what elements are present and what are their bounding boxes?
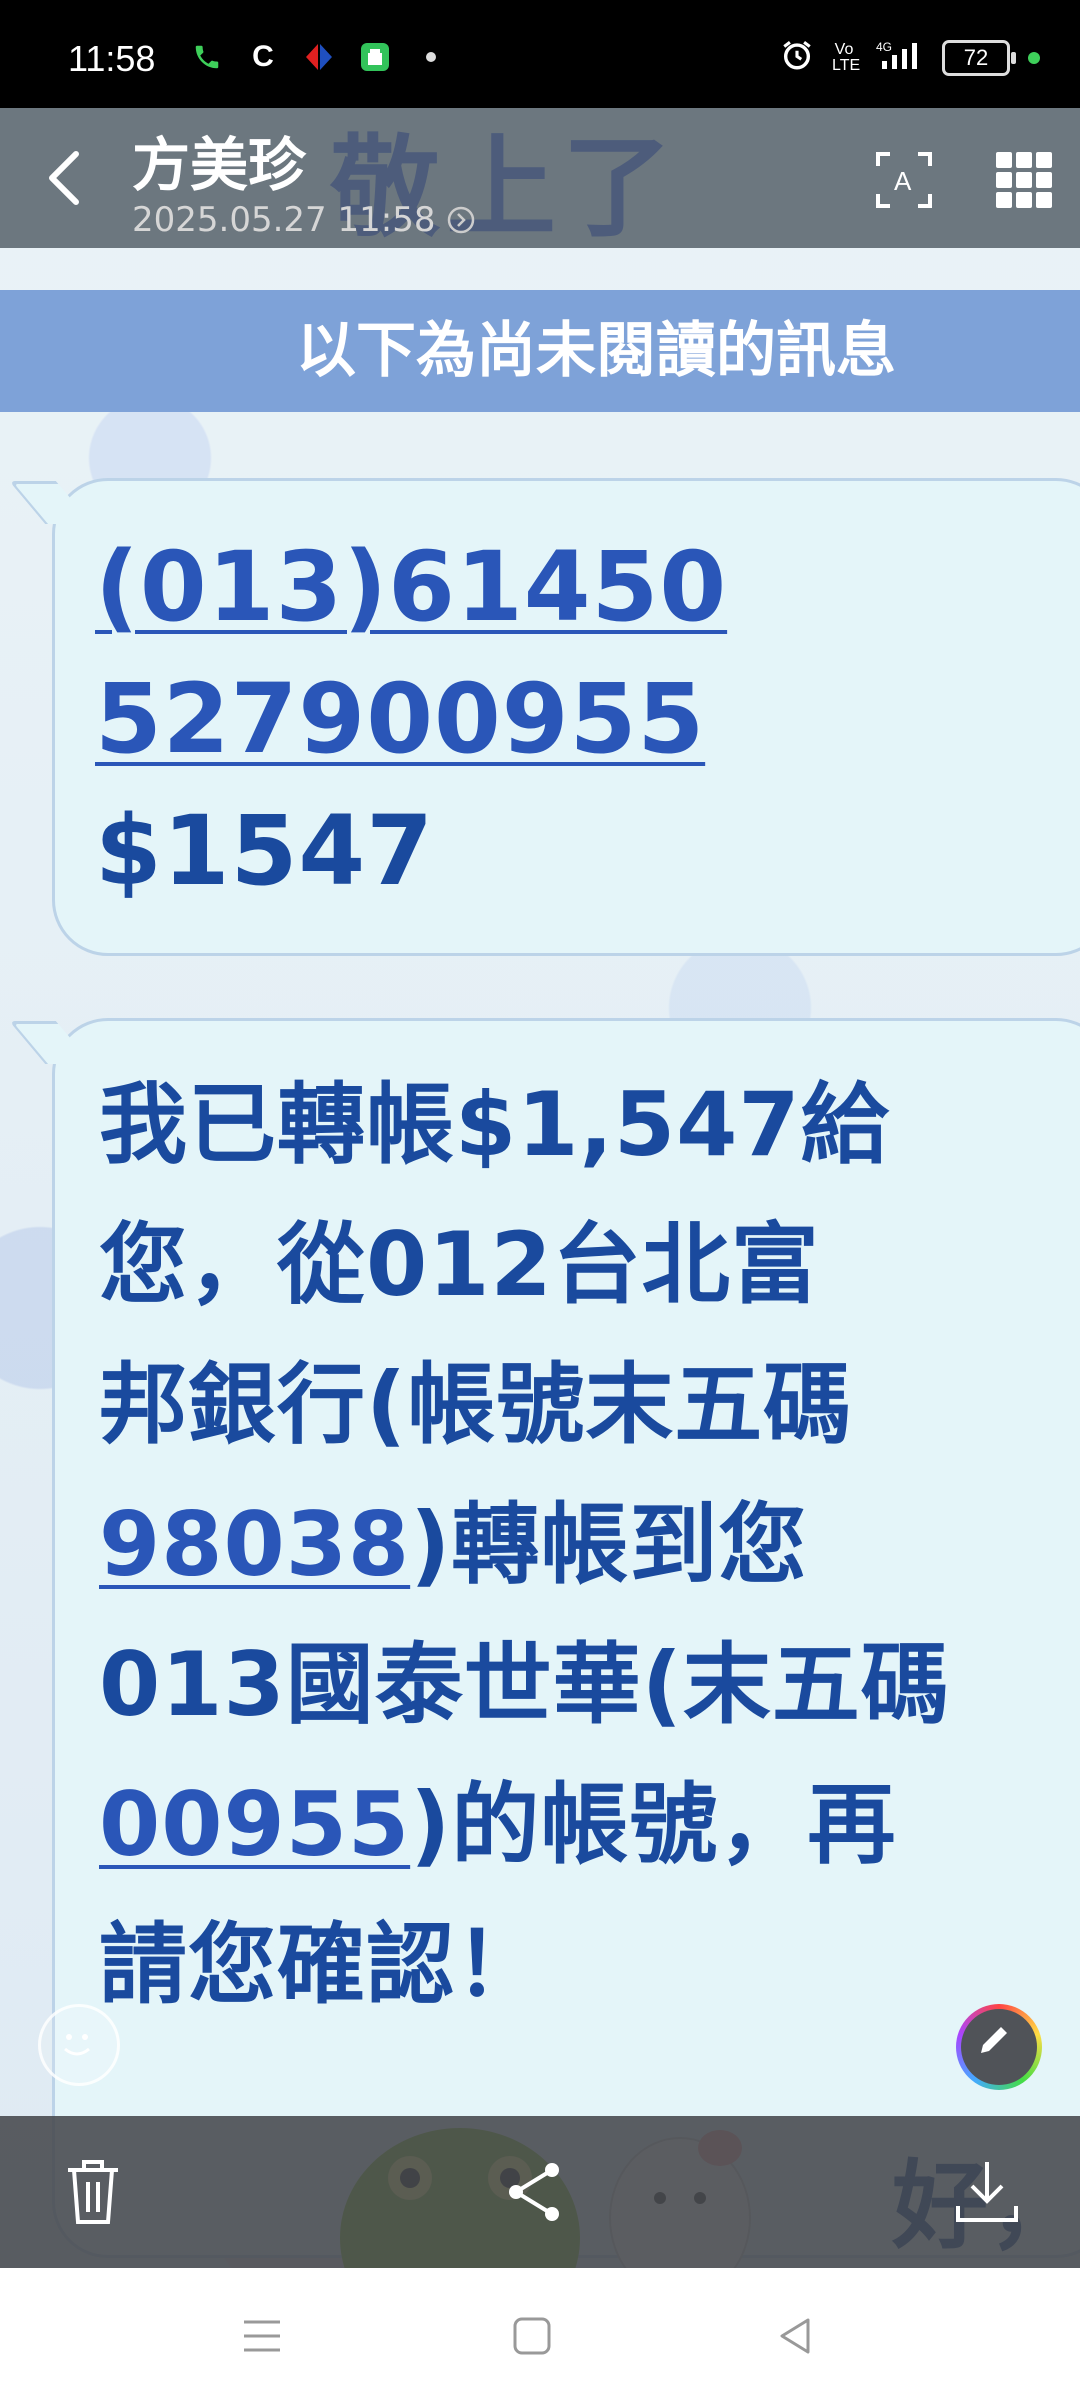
- download-icon: [956, 2162, 1018, 2222]
- home-square-icon: [513, 2317, 551, 2355]
- home-button[interactable]: [510, 2314, 554, 2358]
- transfer-line-4: 98038)轉帳到您: [99, 1475, 1080, 1615]
- viewer-bottom-bar: [0, 2116, 1080, 2268]
- status-time: 11:58: [68, 38, 156, 79]
- amount-text: $1547: [95, 795, 434, 907]
- svg-text:A: A: [894, 166, 912, 196]
- edit-button[interactable]: [956, 2004, 1042, 2090]
- text-recognition-button[interactable]: A: [872, 148, 936, 212]
- delete-button[interactable]: [58, 2156, 128, 2228]
- back-nav-button[interactable]: [774, 2314, 818, 2358]
- image-viewer[interactable]: 以下為尚未閱讀的訊息 (013)61450 527900955 $1547 我已…: [0, 108, 1080, 2268]
- transfer-line-7: 請您確認！: [99, 1913, 545, 2016]
- from-account-link[interactable]: 98038: [99, 1493, 410, 1596]
- transfer-line-1: 我已轉帳$1,547給: [99, 1073, 890, 1176]
- battery-icon: 72: [942, 39, 1016, 76]
- system-navigation-bar: [0, 2268, 1080, 2400]
- share-button[interactable]: [500, 2156, 570, 2228]
- privacy-indicator-dot: [1028, 51, 1040, 64]
- menu-lines-icon: [244, 2320, 280, 2352]
- transfer-line-3: 邦銀行(帳號末五碼: [99, 1353, 853, 1456]
- volte-icon: Vo LTE: [832, 40, 861, 74]
- svg-text:4G: 4G: [876, 40, 892, 54]
- contact-name: 方美珍: [132, 131, 307, 199]
- trash-icon: [68, 2160, 118, 2224]
- chevron-right-circle-icon: [448, 206, 475, 234]
- transfer-line-2: 您，從012台北富: [99, 1213, 820, 1316]
- recent-apps-button[interactable]: [240, 2314, 284, 2358]
- text-scan-icon: A: [876, 152, 932, 208]
- smiley-icon: [64, 2034, 90, 2056]
- transfer-line-6-text: )的帳號，再: [410, 1773, 897, 1876]
- download-button[interactable]: [952, 2156, 1022, 2228]
- status-left-icons: C: [190, 40, 448, 74]
- unread-messages-banner: 以下為尚未閱讀的訊息: [0, 290, 1080, 412]
- back-triangle-icon: [780, 2318, 810, 2354]
- grid-icon: [996, 152, 1052, 208]
- emoji-button[interactable]: [38, 2004, 120, 2086]
- store-icon: [358, 40, 392, 74]
- phone-icon: [190, 40, 224, 74]
- timestamp-text: 2025.05.27 11:58: [132, 200, 436, 240]
- status-bar: 11:58 C Vo LTE 4G 72: [0, 0, 1080, 108]
- share-icon: [509, 2163, 559, 2221]
- to-account-link[interactable]: 00955: [99, 1773, 410, 1876]
- back-button[interactable]: [40, 148, 90, 208]
- transfer-line-5: 013國泰世華(末五碼: [99, 1633, 950, 1736]
- status-right-icons: Vo LTE 4G 72: [780, 38, 1040, 77]
- carrefour-icon: [302, 40, 336, 74]
- 4g-signal-icon: 4G: [874, 39, 924, 76]
- account-link[interactable]: (013)61450: [95, 531, 727, 643]
- dot-icon: [414, 40, 448, 74]
- pencil-icon: [981, 2027, 1007, 2053]
- account-number-link[interactable]: 527900955: [95, 663, 705, 775]
- transfer-line-6: 00955)的帳號，再: [99, 1755, 1080, 1895]
- viewer-top-bar: 敬上了 方美珍 2025.05.27 11:58 A: [0, 108, 1080, 252]
- c-app-icon: C: [252, 40, 274, 73]
- alarm-icon: [780, 38, 814, 77]
- message-bubble-transfer: 我已轉帳$1,547給 您，從012台北富 邦銀行(帳號末五碼 98038)轉帳…: [52, 1018, 1080, 2258]
- transfer-line-4-text: )轉帳到您: [410, 1493, 808, 1596]
- message-bubble-account: (013)61450 527900955 $1547: [52, 478, 1080, 956]
- more-apps-button[interactable]: [992, 148, 1056, 212]
- back-arrow-icon: [49, 151, 79, 205]
- message-timestamp: 2025.05.27 11:58: [132, 200, 476, 240]
